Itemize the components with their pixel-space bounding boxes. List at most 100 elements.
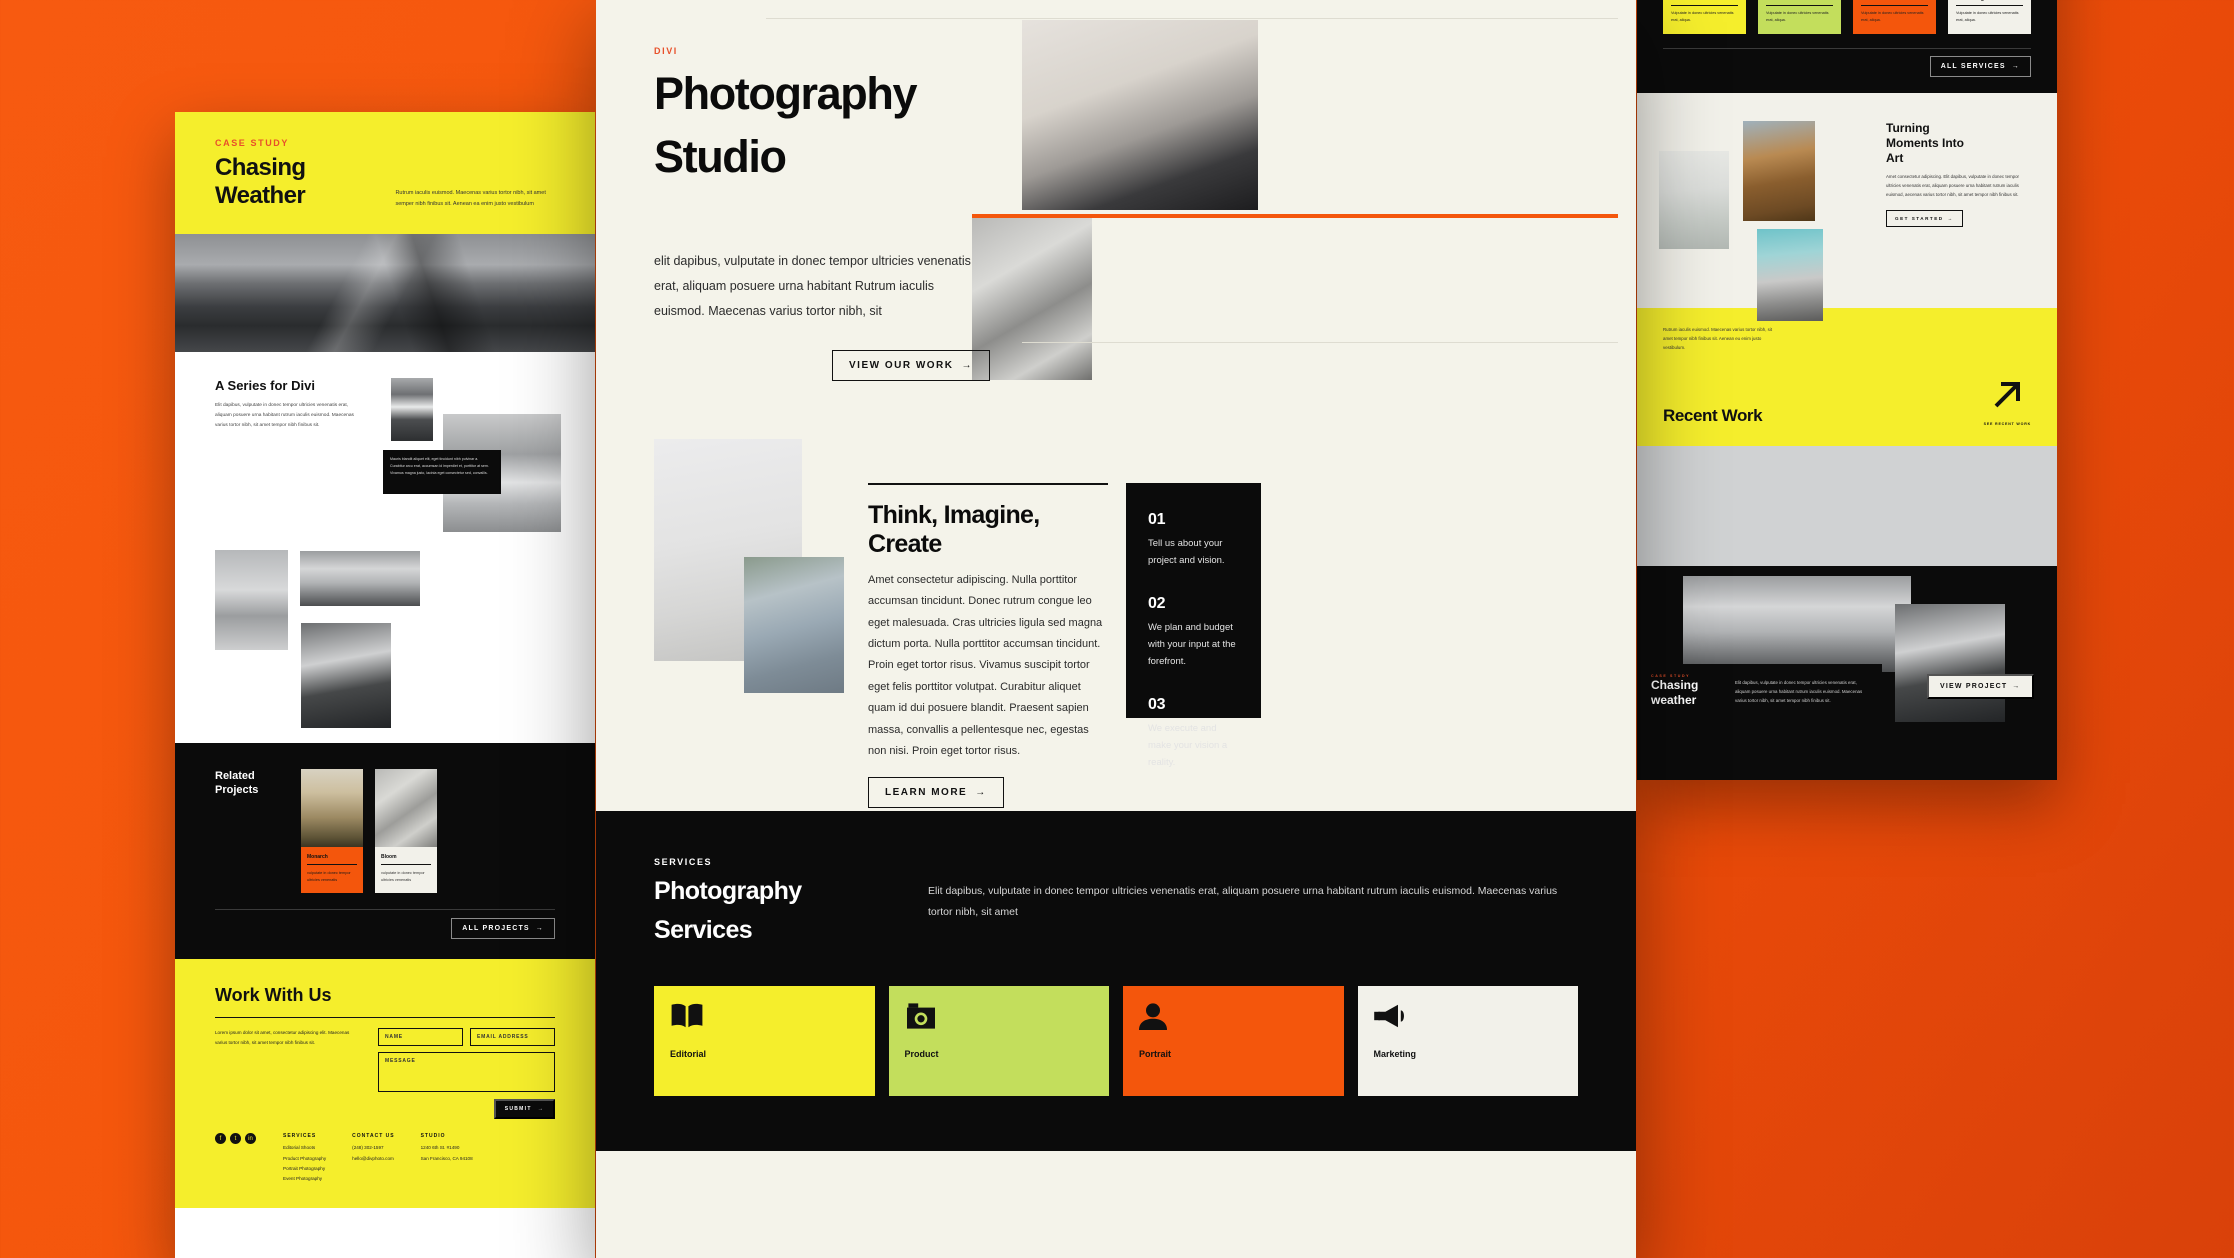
center-service-card-marketing[interactable]: Marketing (1357, 986, 1578, 1097)
think-body: Amet consectetur adipiscing. Nulla portt… (868, 573, 1103, 758)
learn-more-button[interactable]: LEARN MORE → (868, 776, 1004, 808)
footer-column-contact: CONTACT US (248) 302-1597 hello@divphoto… (352, 1133, 394, 1183)
related-card-name: Monarch (307, 854, 328, 860)
left-related-section: Related Projects Monarch vulputate in do… (175, 743, 595, 960)
step-item: 03 We execute and make your vision a rea… (1148, 696, 1239, 771)
service-card-portrait[interactable]: Portrait Vulputate in donec ultricies ve… (1853, 0, 1936, 35)
service-desc: Vulputate in donec ultricies venenatis e… (1861, 10, 1924, 23)
work-with-us-body: Lorem ipsum dolor sit amet, consectetur … (215, 1030, 350, 1046)
services-eyebrow: SERVICES (654, 857, 713, 868)
series-caption: Mauris blandit aliquet elit, eget tincid… (383, 450, 501, 494)
related-card-desc: vulputate in donec tempor ultricies vene… (381, 871, 425, 883)
left-hero-eyebrow: CASE STUDY (215, 138, 290, 148)
related-card-rule (381, 864, 431, 865)
think-title-line2: Create (868, 529, 942, 558)
center-service-card-editorial[interactable]: Editorial (654, 986, 875, 1097)
footer-column-studio: STUDIO 1240 6th St. #1490 San Francisco,… (421, 1133, 473, 1183)
footer-link[interactable]: Editorial Shoots (283, 1143, 326, 1153)
center-service-card-product[interactable]: Product (888, 986, 1109, 1097)
service-name: Marketing (1373, 1049, 1417, 1060)
footer-link[interactable]: Portrait Photography (283, 1164, 326, 1174)
footer-address-line: 1240 6th St. #1490 (420, 1145, 460, 1151)
related-card[interactable]: Bloom vulputate in donec tempor ultricie… (375, 769, 437, 894)
arrow-right-icon: → (961, 360, 973, 372)
think-title-line1: Think, Imagine, (868, 501, 1040, 530)
footer-column-services: SERVICES Editorial Shoots Product Photog… (283, 1133, 326, 1183)
recent-work-image (1637, 445, 2057, 566)
center-page-preview[interactable]: DIVI Photography Studio elit dapibus, vu… (596, 0, 1636, 1258)
related-card[interactable]: Monarch vulputate in donec tempor ultric… (301, 769, 363, 894)
footer-address-line: San Francisco, CA 94108 (420, 1155, 473, 1161)
service-name: Portrait (1861, 0, 1928, 2)
art-title-1: Turning (1886, 121, 1930, 136)
service-card-editorial[interactable]: Editorial Vulputate in donec ultricies v… (1663, 0, 1746, 35)
message-field[interactable]: MESSAGE (378, 1052, 555, 1093)
right-services-section: SERVICES Photography Services Elit dapib… (1637, 0, 2057, 93)
arrow-right-icon: → (1947, 215, 1954, 221)
right-recent-section: Rutrum iaculis euismod. Maecenas varius … (1637, 308, 2057, 446)
footer-link[interactable]: Product Photography (283, 1154, 326, 1164)
hero-body: elit dapibus, vulputate in donec tempor … (654, 254, 971, 319)
work-with-us-title: Work With Us (215, 985, 332, 1006)
case-title-1: Chasing (1651, 677, 1699, 692)
view-project-label: VIEW PROJECT (1940, 682, 2008, 690)
view-our-work-label: VIEW OUR WORK (849, 360, 954, 372)
services-title-line2: Services (654, 915, 753, 944)
service-name: Product (904, 1049, 939, 1060)
step-item: 01 Tell us about your project and vision… (1148, 511, 1239, 569)
arrow-right-icon: → (975, 786, 987, 798)
art-body: Amet consectetur adipiscing. Elit dapibu… (1886, 174, 2020, 197)
name-field[interactable]: NAME (378, 1028, 463, 1047)
services-title-line1: Photography (654, 877, 802, 906)
service-card-marketing[interactable]: Marketing Vulputate in donec ultricies v… (1948, 0, 2031, 35)
all-projects-button[interactable]: ALL PROJECTS → (451, 918, 555, 940)
learn-more-label: LEARN MORE (885, 786, 968, 798)
case-photo-coast (1683, 575, 1911, 672)
view-our-work-button[interactable]: VIEW OUR WORK → (832, 350, 990, 382)
art-title-3: Art (1886, 151, 1904, 166)
footer-divider (215, 1017, 555, 1019)
art-photo-hat (1743, 121, 1815, 222)
book-icon (670, 1002, 859, 1035)
facebook-icon[interactable]: f (215, 1133, 226, 1145)
left-series-section: A Series for Divi Elit dapibus, vulputat… (175, 352, 595, 743)
step-number: 02 (1148, 595, 1166, 613)
left-page-preview[interactable]: CASE STUDY Chasing Weather Rutrum iaculi… (175, 112, 595, 1258)
view-project-button[interactable]: VIEW PROJECT → (1927, 673, 2034, 699)
left-footer-section: Work With Us Lorem ipsum dolor sit amet,… (175, 959, 595, 1208)
all-services-button[interactable]: ALL SERVICES → (1929, 56, 2031, 78)
hero-eyebrow: DIVI (654, 46, 678, 56)
hero-top-rule (766, 18, 1618, 19)
footer-link[interactable]: (248) 302-1597 (352, 1143, 394, 1153)
service-card-product[interactable]: Product Vulputate in donec ultricies ven… (1758, 0, 1841, 35)
arrow-up-right-icon[interactable] (1984, 375, 2031, 420)
footer-link[interactable]: Event Photography (283, 1174, 326, 1184)
submit-button[interactable]: SUBMIT → (493, 1099, 555, 1120)
series-photo-beach (215, 550, 288, 650)
step-number: 01 (1148, 511, 1166, 529)
arrow-right-icon: → (2011, 63, 2020, 71)
footer-heading: SERVICES (283, 1133, 317, 1140)
series-photo-cliff (301, 623, 391, 728)
center-service-card-portrait[interactable]: Portrait (1123, 986, 1344, 1097)
email-field[interactable]: EMAIL ADDRESS (470, 1028, 555, 1047)
right-page-preview[interactable]: SERVICES Photography Services Elit dapib… (1637, 0, 2057, 780)
left-series-title: A Series for Divi (215, 378, 315, 393)
hero-bottom-rule (1022, 342, 1618, 343)
get-started-button[interactable]: GET STARTED → (1886, 209, 1963, 227)
twitter-icon[interactable]: t (230, 1133, 241, 1145)
service-rule (1766, 4, 1833, 6)
think-woman-image (744, 557, 844, 694)
left-series-body: Elit dapibus, vulputate in donec tempor … (215, 403, 354, 429)
related-card-image (375, 769, 437, 847)
see-recent-work-label[interactable]: SEE RECENT WORK (1984, 422, 2031, 426)
step-item: 02 We plan and budget with your input at… (1148, 595, 1239, 670)
instagram-icon[interactable]: in (245, 1133, 256, 1145)
get-started-label: GET STARTED (1895, 215, 1944, 221)
case-body: Elit dapibus, vulputate in donec tempor … (1735, 679, 1863, 703)
footer-link[interactable]: hello@divphoto.com (352, 1154, 394, 1164)
left-hero-image (175, 234, 595, 352)
service-name: Editorial (1671, 0, 1738, 2)
center-hero: DIVI Photography Studio elit dapibus, vu… (596, 0, 1636, 382)
related-card-rule (307, 864, 357, 865)
